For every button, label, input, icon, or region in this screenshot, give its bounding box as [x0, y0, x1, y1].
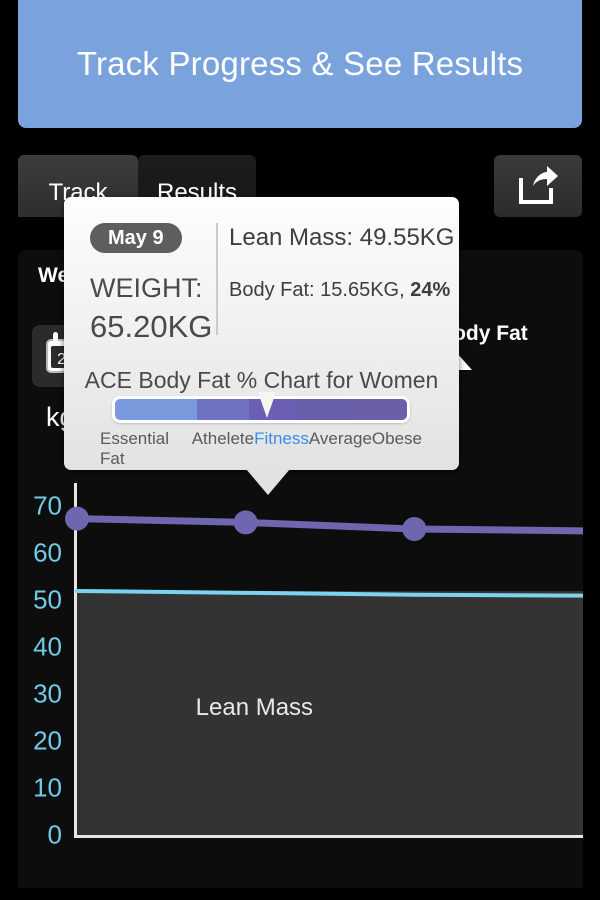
- y-tick-2: 20: [33, 726, 62, 757]
- banner-title: Track Progress & See Results: [77, 45, 523, 83]
- chart-series-svg: [74, 483, 583, 838]
- weight-data-point[interactable]: [402, 517, 426, 541]
- weight-line: [77, 519, 583, 531]
- share-button[interactable]: [494, 155, 582, 217]
- tooltip-divider: [216, 223, 218, 335]
- ace-chart-title: ACE Body Fat % Chart for Women: [64, 367, 459, 394]
- ace-label-4: Obese: [372, 429, 422, 469]
- tooltip-weight-label: WEIGHT:: [90, 273, 203, 304]
- weight-data-point[interactable]: [234, 510, 258, 534]
- y-tick-5: 50: [33, 585, 62, 616]
- ace-segment-0: [115, 399, 197, 420]
- lean-mass-area: [77, 591, 583, 835]
- promo-banner: Track Progress & See Results: [18, 0, 582, 128]
- ace-marker-icon: [258, 392, 276, 418]
- y-tick-3: 30: [33, 679, 62, 710]
- lean-mass-annotation: Lean Mass: [196, 694, 313, 722]
- ace-category-labels: Essential FatAtheleteFitnessAverageObese: [100, 429, 422, 469]
- tooltip-lean-mass-stat: Lean Mass: 49.55KG: [229, 224, 454, 252]
- ace-bodyfat-bar: [112, 396, 410, 423]
- y-tick-0: 0: [48, 820, 62, 851]
- ace-segment-4: [351, 399, 406, 420]
- tooltip-pointer: [246, 469, 290, 495]
- ace-segment-1: [197, 399, 250, 420]
- weight-data-point[interactable]: [65, 507, 89, 531]
- ace-label-2: Fitness: [254, 429, 309, 469]
- tooltip-body-fat-prefix: Body Fat: 15.65KG,: [229, 279, 410, 301]
- ace-segment-3: [296, 399, 351, 420]
- tooltip-date-badge: May 9: [90, 223, 182, 253]
- y-tick-4: 40: [33, 632, 62, 663]
- tooltip-body-fat-stat: Body Fat: 15.65KG, 24%: [229, 279, 450, 302]
- y-tick-6: 60: [33, 538, 62, 569]
- tooltip-weight-value: 65.20KG: [90, 309, 212, 345]
- chart-plot-area: Lean Mass 010203040506070 05/02/1305/09/…: [74, 483, 583, 838]
- y-tick-7: 70: [33, 491, 62, 522]
- y-tick-1: 10: [33, 773, 62, 804]
- tooltip-body-fat-percent: 24%: [410, 279, 450, 301]
- ace-label-0: Essential Fat: [100, 429, 192, 469]
- share-icon: [517, 166, 559, 206]
- ace-label-1: Athelete: [192, 429, 254, 469]
- ace-label-3: Average: [309, 429, 372, 469]
- data-point-tooltip[interactable]: May 9 WEIGHT: 65.20KG Lean Mass: 49.55KG…: [64, 197, 459, 470]
